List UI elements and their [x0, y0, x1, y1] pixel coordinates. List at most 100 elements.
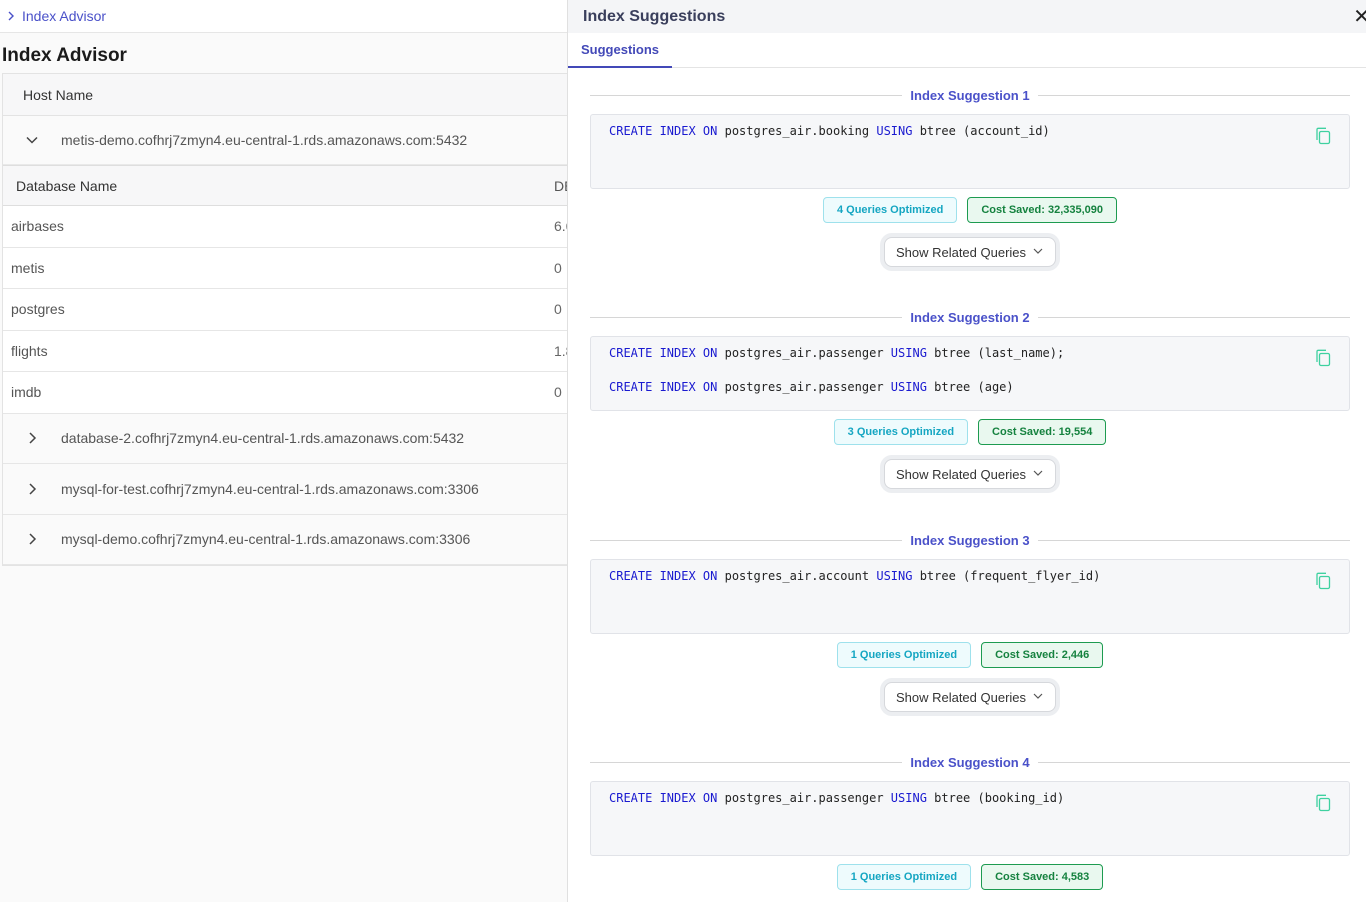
cost-saved-badge: Cost Saved: 32,335,090 — [967, 197, 1118, 223]
sql-keyword: USING — [890, 346, 927, 360]
sql-keyword: CREATE INDEX ON — [609, 124, 718, 138]
sql-keyword: CREATE INDEX ON — [609, 346, 718, 360]
breadcrumb-item-index-advisor[interactable]: Index Advisor — [22, 8, 106, 24]
tab-suggestions[interactable]: Suggestions — [568, 33, 672, 68]
suggestion-badges: 1 Queries Optimized Cost Saved: 4,583 — [590, 864, 1350, 890]
suggestion-badges: 4 Queries Optimized Cost Saved: 32,335,09… — [590, 197, 1350, 223]
divider — [1037, 94, 1350, 96]
sql-table: postgres_air.passenger — [724, 380, 884, 394]
queries-optimized-badge: 1 Queries Optimized — [836, 864, 972, 890]
tab-bar: Suggestions — [568, 33, 1366, 68]
suggestion-title-row: Index Suggestion 3 — [590, 531, 1350, 549]
show-related-queries-label: Show Related Queries — [895, 689, 1027, 705]
divider — [590, 94, 903, 96]
sql-line: CREATE INDEX ON postgres_air.passenger U… — [609, 379, 1331, 396]
sql-table: postgres_air.booking — [724, 124, 870, 138]
database-name: airbases — [11, 218, 64, 235]
suggestion-title-row: Index Suggestion 2 — [590, 308, 1350, 326]
divider — [1037, 539, 1350, 541]
sql-keyword: USING — [876, 124, 913, 138]
host-name: database-2.cofhrj7zmyn4.eu-central-1.rds… — [61, 430, 465, 447]
database-table: Database Name DE airbases6.6metis0postgr… — [3, 165, 568, 414]
sql-keyword: CREATE INDEX ON — [609, 791, 718, 805]
db-size-header[interactable]: DE — [554, 178, 568, 194]
suggestion-title-row: Index Suggestion 1 — [590, 86, 1350, 104]
database-name-header[interactable]: Database Name — [16, 178, 117, 194]
index-suggestion: Index Suggestion 3 CREATE INDEX ON postgr… — [590, 531, 1350, 716]
database-row[interactable]: flights 1.8 — [3, 330, 568, 372]
sql-keyword: USING — [890, 380, 927, 394]
host-name: mysql-demo.cofhrj7zmyn4.eu-central-1.rds… — [61, 531, 471, 548]
copy-icon[interactable] — [1315, 127, 1331, 145]
breadcrumb: Index Advisor — [0, 0, 568, 33]
sql-line: CREATE INDEX ON postgres_air.account USI… — [609, 568, 1331, 585]
database-name: metis — [11, 259, 45, 276]
chevron-right-icon[interactable] — [3, 482, 61, 496]
show-related-queries-button[interactable]: Show Related Queries — [884, 682, 1056, 712]
sql-columns: btree (age) — [934, 380, 1014, 394]
chevron-down-icon[interactable] — [3, 133, 61, 147]
sql-code-block[interactable]: CREATE INDEX ON postgres_air.passenger U… — [590, 781, 1350, 856]
database-size: 1.8 — [554, 342, 568, 359]
divider — [590, 316, 903, 318]
host-name-header[interactable]: Host Name — [3, 74, 568, 116]
show-related-queries-label: Show Related Queries — [895, 466, 1027, 482]
index-advisor-pane: Index Advisor Index Advisor Host Name me… — [0, 0, 568, 902]
panel-header: Index Suggestions ✕ — [568, 0, 1366, 33]
host-row-expanded[interactable]: metis-demo.cofhrj7zmyn4.eu-central-1.rds… — [3, 116, 568, 165]
database-row[interactable]: airbases 6.6 — [3, 206, 568, 248]
sql-code-block[interactable]: CREATE INDEX ON postgres_air.passenger U… — [590, 336, 1350, 411]
cost-saved-badge: Cost Saved: 19,554 — [978, 419, 1107, 445]
sql-keyword: CREATE INDEX ON — [609, 380, 718, 394]
queries-optimized-badge: 3 Queries Optimized — [833, 419, 969, 445]
database-size: 6.6 — [554, 218, 568, 235]
host-table: Host Name metis-demo.cofhrj7zmyn4.eu-cen… — [2, 73, 568, 566]
show-related-queries-button[interactable]: Show Related Queries — [884, 459, 1056, 489]
sql-keyword: USING — [890, 791, 927, 805]
divider — [590, 539, 903, 541]
chevron-down-icon — [1032, 467, 1044, 482]
host-name: metis-demo.cofhrj7zmyn4.eu-central-1.rds… — [61, 132, 468, 148]
queries-optimized-badge: 4 Queries Optimized — [822, 197, 958, 223]
copy-icon[interactable] — [1315, 349, 1331, 367]
close-icon[interactable]: ✕ — [1353, 7, 1366, 27]
show-related-queries-label: Show Related Queries — [895, 244, 1027, 260]
chevron-right-icon[interactable] — [4, 9, 18, 23]
sql-table: postgres_air.account — [724, 569, 870, 583]
database-row[interactable]: imdb 0 — [3, 372, 568, 414]
suggestion-title: Index Suggestion 4 — [910, 754, 1030, 770]
chevron-right-icon[interactable] — [3, 532, 61, 546]
suggestion-title: Index Suggestion 2 — [910, 309, 1030, 325]
chevron-down-icon — [1032, 245, 1044, 260]
cost-saved-badge: Cost Saved: 2,446 — [981, 642, 1104, 668]
index-suggestion: Index Suggestion 1 CREATE INDEX ON postgr… — [590, 86, 1350, 271]
divider — [1037, 761, 1350, 763]
sql-columns: btree (frequent_flyer_id) — [919, 569, 1101, 583]
sql-code-block[interactable]: CREATE INDEX ON postgres_air.account USI… — [590, 559, 1350, 634]
show-related-queries-button[interactable]: Show Related Queries — [884, 237, 1056, 267]
sql-columns: btree (account_id) — [919, 124, 1050, 138]
database-name: flights — [11, 342, 48, 359]
chevron-down-icon — [1032, 690, 1044, 705]
chevron-right-icon[interactable] — [3, 431, 61, 445]
host-name: mysql-for-test.cofhrj7zmyn4.eu-central-1… — [61, 480, 479, 497]
host-row-collapsed[interactable]: mysql-demo.cofhrj7zmyn4.eu-central-1.rds… — [3, 514, 568, 565]
sql-columns: btree (last_name); — [934, 346, 1065, 360]
copy-icon[interactable] — [1315, 572, 1331, 590]
index-suggestion: Index Suggestion 4 CREATE INDEX ON postgr… — [590, 753, 1350, 890]
database-size: 0 — [554, 301, 562, 318]
suggestion-title: Index Suggestion 3 — [910, 532, 1030, 548]
cost-saved-badge: Cost Saved: 4,583 — [981, 864, 1104, 890]
host-row-collapsed[interactable]: database-2.cofhrj7zmyn4.eu-central-1.rds… — [3, 413, 568, 464]
copy-icon[interactable] — [1315, 794, 1331, 812]
database-row[interactable]: postgres 0 — [3, 289, 568, 331]
sql-code-block[interactable]: CREATE INDEX ON postgres_air.booking USI… — [590, 114, 1350, 189]
panel-title: Index Suggestions — [583, 7, 726, 25]
sql-columns: btree (booking_id) — [934, 791, 1065, 805]
database-row[interactable]: metis 0 — [3, 247, 568, 289]
host-row-collapsed[interactable]: mysql-for-test.cofhrj7zmyn4.eu-central-1… — [3, 464, 568, 515]
divider — [1037, 316, 1350, 318]
database-size: 0 — [554, 259, 562, 276]
database-table-header: Database Name DE — [3, 165, 568, 206]
divider — [590, 761, 903, 763]
